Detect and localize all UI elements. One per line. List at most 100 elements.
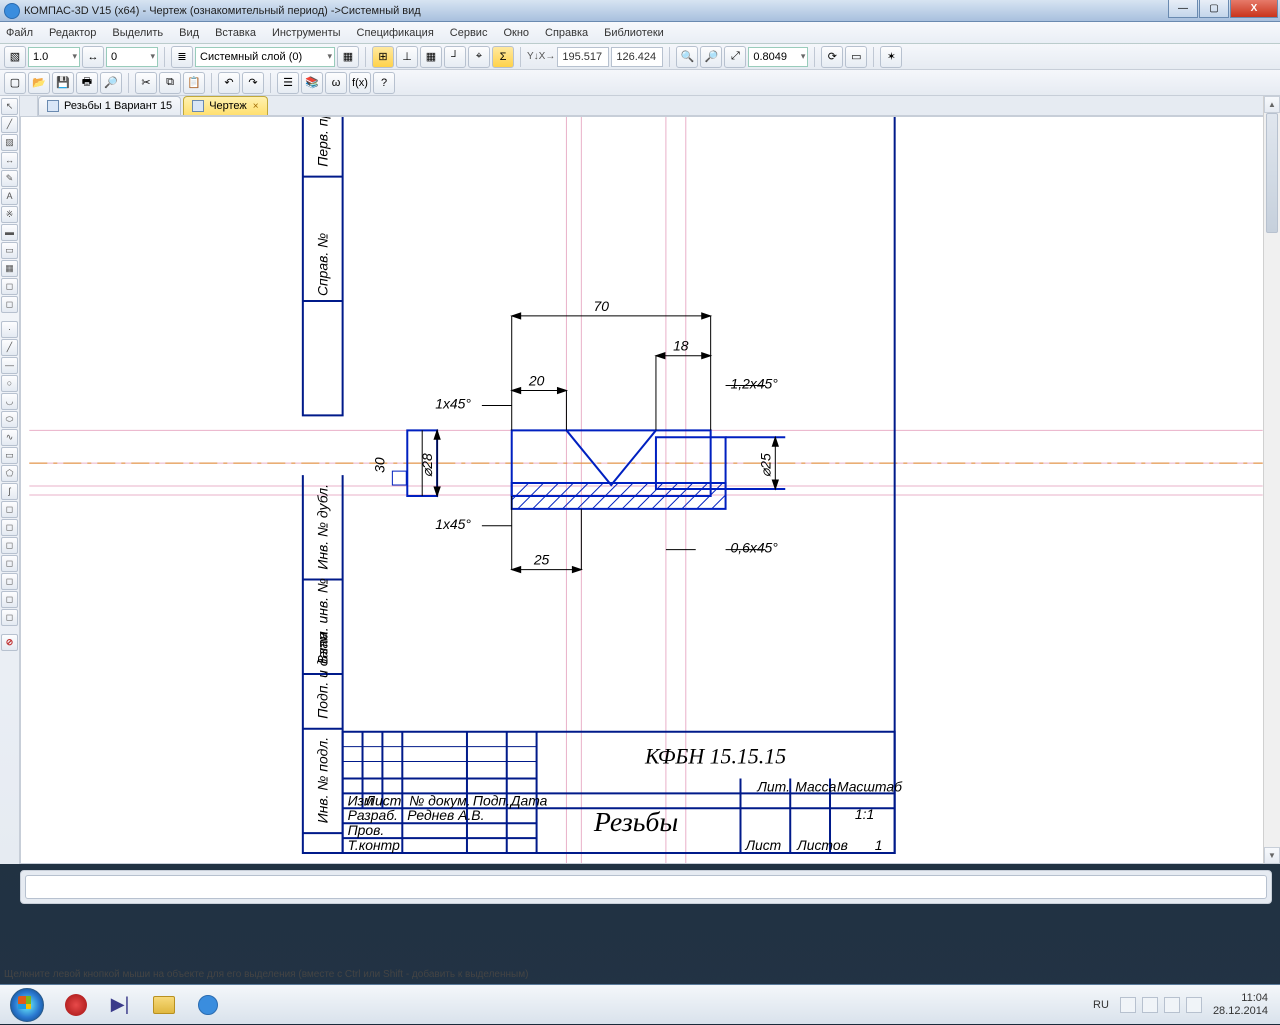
grid-icon[interactable]: ▦ — [420, 46, 442, 68]
ts-rect[interactable]: ▭ — [1, 447, 18, 464]
menu-insert[interactable]: Вставка — [215, 27, 256, 39]
network-icon[interactable] — [1164, 997, 1180, 1013]
ts-b1[interactable]: ◻ — [1, 278, 18, 295]
ts-b2[interactable]: ◻ — [1, 296, 18, 313]
lib-icon[interactable]: 📚 — [301, 72, 323, 94]
ts-c1[interactable]: ◻ — [1, 501, 18, 518]
zoom-combo[interactable]: 0.8049 — [748, 47, 808, 67]
flag-icon[interactable] — [1142, 997, 1158, 1013]
ts-spl[interactable]: ∿ — [1, 429, 18, 446]
menu-select[interactable]: Выделить — [112, 27, 163, 39]
window-maximize[interactable]: ▢ — [1199, 0, 1229, 18]
ts-c5[interactable]: ◻ — [1, 573, 18, 590]
menu-view[interactable]: Вид — [179, 27, 199, 39]
ts-c6[interactable]: ◻ — [1, 591, 18, 608]
scroll-thumb[interactable] — [1266, 113, 1278, 233]
window-minimize[interactable]: — — [1168, 0, 1198, 18]
ts-text[interactable]: A — [1, 188, 18, 205]
tab-drawing[interactable]: Чертеж × — [183, 96, 267, 115]
layer-color-icon[interactable]: ▦ — [337, 46, 359, 68]
fx-icon[interactable]: f(x) — [349, 72, 371, 94]
ts-poly[interactable]: ⬠ — [1, 465, 18, 482]
tree-icon[interactable]: ☰ — [277, 72, 299, 94]
snap-icon[interactable]: ⌖ — [468, 46, 490, 68]
sidebar-toggle[interactable] — [20, 96, 38, 116]
ts-sym[interactable]: ※ — [1, 206, 18, 223]
param-icon[interactable]: Σ — [492, 46, 514, 68]
menu-lib[interactable]: Библиотеки — [604, 27, 664, 39]
tray-icon[interactable] — [1120, 997, 1136, 1013]
start-button[interactable] — [0, 985, 54, 1025]
copy-icon[interactable]: ⧉ — [159, 72, 181, 94]
menu-service[interactable]: Сервис — [450, 27, 488, 39]
ortho-icon[interactable]: ┘ — [444, 46, 466, 68]
menu-tools[interactable]: Инструменты — [272, 27, 341, 39]
menu-help[interactable]: Справка — [545, 27, 588, 39]
step-combo[interactable]: 0 — [106, 47, 158, 67]
zoom-in-icon[interactable]: 🔍 — [676, 46, 698, 68]
cut-icon[interactable]: ✂ — [135, 72, 157, 94]
ts-seg[interactable]: ╱ — [1, 339, 18, 356]
ts-hatch[interactable]: ▨ — [1, 134, 18, 151]
layers-icon[interactable]: ≣ — [171, 46, 193, 68]
undo-icon[interactable]: ↶ — [218, 72, 240, 94]
window-icon[interactable]: ▭ — [845, 46, 867, 68]
ts-del[interactable]: ▬ — [1, 224, 18, 241]
ts-c2[interactable]: ◻ — [1, 519, 18, 536]
drawing-canvas[interactable]: Перв. примен. Справ. № Инв. № дубл. Взам… — [20, 116, 1272, 864]
ts-hor[interactable]: — — [1, 357, 18, 374]
ts-arrow[interactable]: ↖ — [1, 98, 18, 115]
close-icon[interactable]: × — [253, 101, 259, 112]
ts-table[interactable]: ▦ — [1, 260, 18, 277]
window-close[interactable]: X — [1230, 0, 1278, 18]
tool-x-icon[interactable]: ✶ — [880, 46, 902, 68]
paste-icon[interactable]: 📋 — [183, 72, 205, 94]
ts-cir[interactable]: ○ — [1, 375, 18, 392]
command-input[interactable] — [25, 875, 1267, 899]
taskbar-opera[interactable] — [56, 989, 96, 1021]
tray-clock[interactable]: 11:04 28.12.2014 — [1205, 992, 1276, 1018]
menu-edit[interactable]: Редактор — [49, 27, 96, 39]
ts-dim[interactable]: ↔ — [1, 152, 18, 169]
menu-spec[interactable]: Спецификация — [357, 27, 434, 39]
ts-edit[interactable]: ✎ — [1, 170, 18, 187]
print-icon[interactable]: 🖶 — [76, 72, 98, 94]
preview-icon[interactable]: 🔎 — [100, 72, 122, 94]
save-icon[interactable]: 💾 — [52, 72, 74, 94]
scale-combo[interactable]: 1.0 — [28, 47, 80, 67]
menu-window[interactable]: Окно — [503, 27, 529, 39]
help-icon[interactable]: ? — [373, 72, 395, 94]
redo-icon[interactable]: ↷ — [242, 72, 264, 94]
zoom-out-icon[interactable]: 🔎 — [700, 46, 722, 68]
ts-c3[interactable]: ◻ — [1, 537, 18, 554]
refresh-icon[interactable]: ⟳ — [821, 46, 843, 68]
vertical-scrollbar[interactable]: ▲ ▼ — [1263, 96, 1280, 864]
layer-combo[interactable]: Системный слой (0) — [195, 47, 335, 67]
var-icon[interactable]: ω — [325, 72, 347, 94]
tab-rezby1[interactable]: Резьбы 1 Вариант 15 — [38, 96, 181, 115]
ts-ell[interactable]: ⬭ — [1, 411, 18, 428]
ts-pt[interactable]: · — [1, 321, 18, 338]
ts-view[interactable]: ▭ — [1, 242, 18, 259]
scroll-up-icon[interactable]: ▲ — [1264, 96, 1280, 113]
state-icon[interactable]: ▧ — [4, 46, 26, 68]
ts-cur[interactable]: ʃ — [1, 483, 18, 500]
ts-c7[interactable]: ◻ — [1, 609, 18, 626]
menu-file[interactable]: Файл — [6, 27, 33, 39]
ts-c4[interactable]: ◻ — [1, 555, 18, 572]
tray-lang[interactable]: RU — [1093, 999, 1109, 1011]
open-icon[interactable]: 📂 — [28, 72, 50, 94]
scroll-down-icon[interactable]: ▼ — [1264, 847, 1280, 864]
ts-arc[interactable]: ◡ — [1, 393, 18, 410]
new-icon[interactable]: ▢ — [4, 72, 26, 94]
taskbar-explorer[interactable] — [144, 989, 184, 1021]
ts-stop[interactable]: ⊘ — [1, 634, 18, 651]
step-icon[interactable]: ↔ — [82, 46, 104, 68]
constraint-icon[interactable]: ⊥ — [396, 46, 418, 68]
ts-line[interactable]: ╱ — [1, 116, 18, 133]
taskbar-player[interactable]: ▶| — [100, 989, 140, 1021]
zoom-fit-icon[interactable]: ⤢ — [724, 46, 746, 68]
taskbar-kompas[interactable] — [188, 989, 228, 1021]
sound-icon[interactable] — [1186, 997, 1202, 1013]
toggle1-icon[interactable]: ⊞ — [372, 46, 394, 68]
